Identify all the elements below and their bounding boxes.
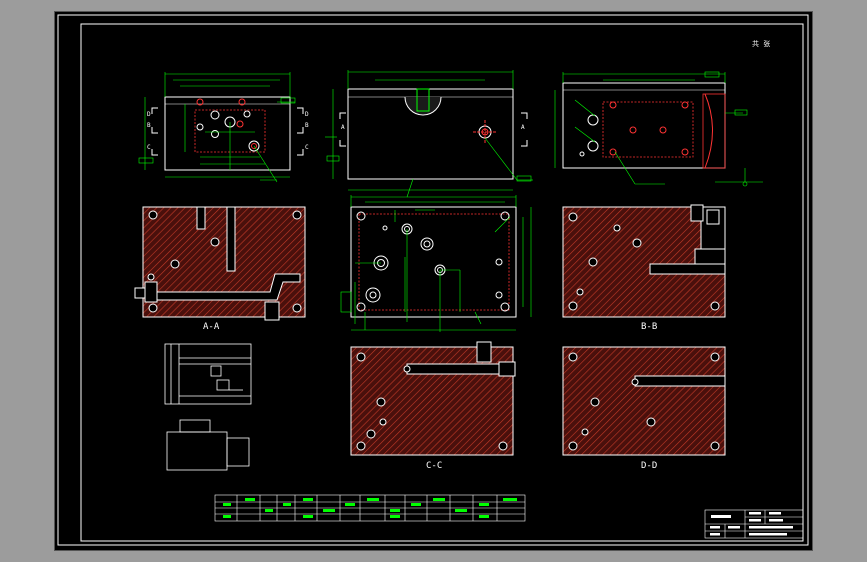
section-label-a-a: A-A <box>203 322 220 332</box>
view-ref-b-right: B <box>305 122 309 129</box>
plan-view <box>138 72 304 183</box>
middle-plan-view <box>340 195 532 332</box>
section-c-c <box>350 341 516 456</box>
side-view <box>554 71 763 187</box>
section-label-c-c: C-C <box>426 461 443 471</box>
section-a-a <box>134 206 306 321</box>
front-view <box>325 70 533 198</box>
section-label-b-b: B-B <box>641 322 658 332</box>
view-ref-b: B <box>147 122 151 129</box>
section-b-b <box>562 204 726 318</box>
view-ref-d-right: D <box>305 111 309 118</box>
sheet-number: 共 张 <box>752 40 771 48</box>
view-ref-c: C <box>147 144 151 151</box>
view-ref-a-right: A <box>521 124 525 131</box>
detail-view-2 <box>166 419 250 471</box>
view-ref-d: D <box>147 111 151 118</box>
section-label-d-d: D-D <box>641 461 658 471</box>
cad-drawing-viewport[interactable]: 共 张 A-A B-B C-C D-D D B C D B C A A <box>55 12 812 550</box>
detail-view-1 <box>164 343 252 405</box>
view-ref-c-right: C <box>305 144 309 151</box>
section-d-d <box>562 346 726 456</box>
view-ref-a-left: A <box>341 124 345 131</box>
